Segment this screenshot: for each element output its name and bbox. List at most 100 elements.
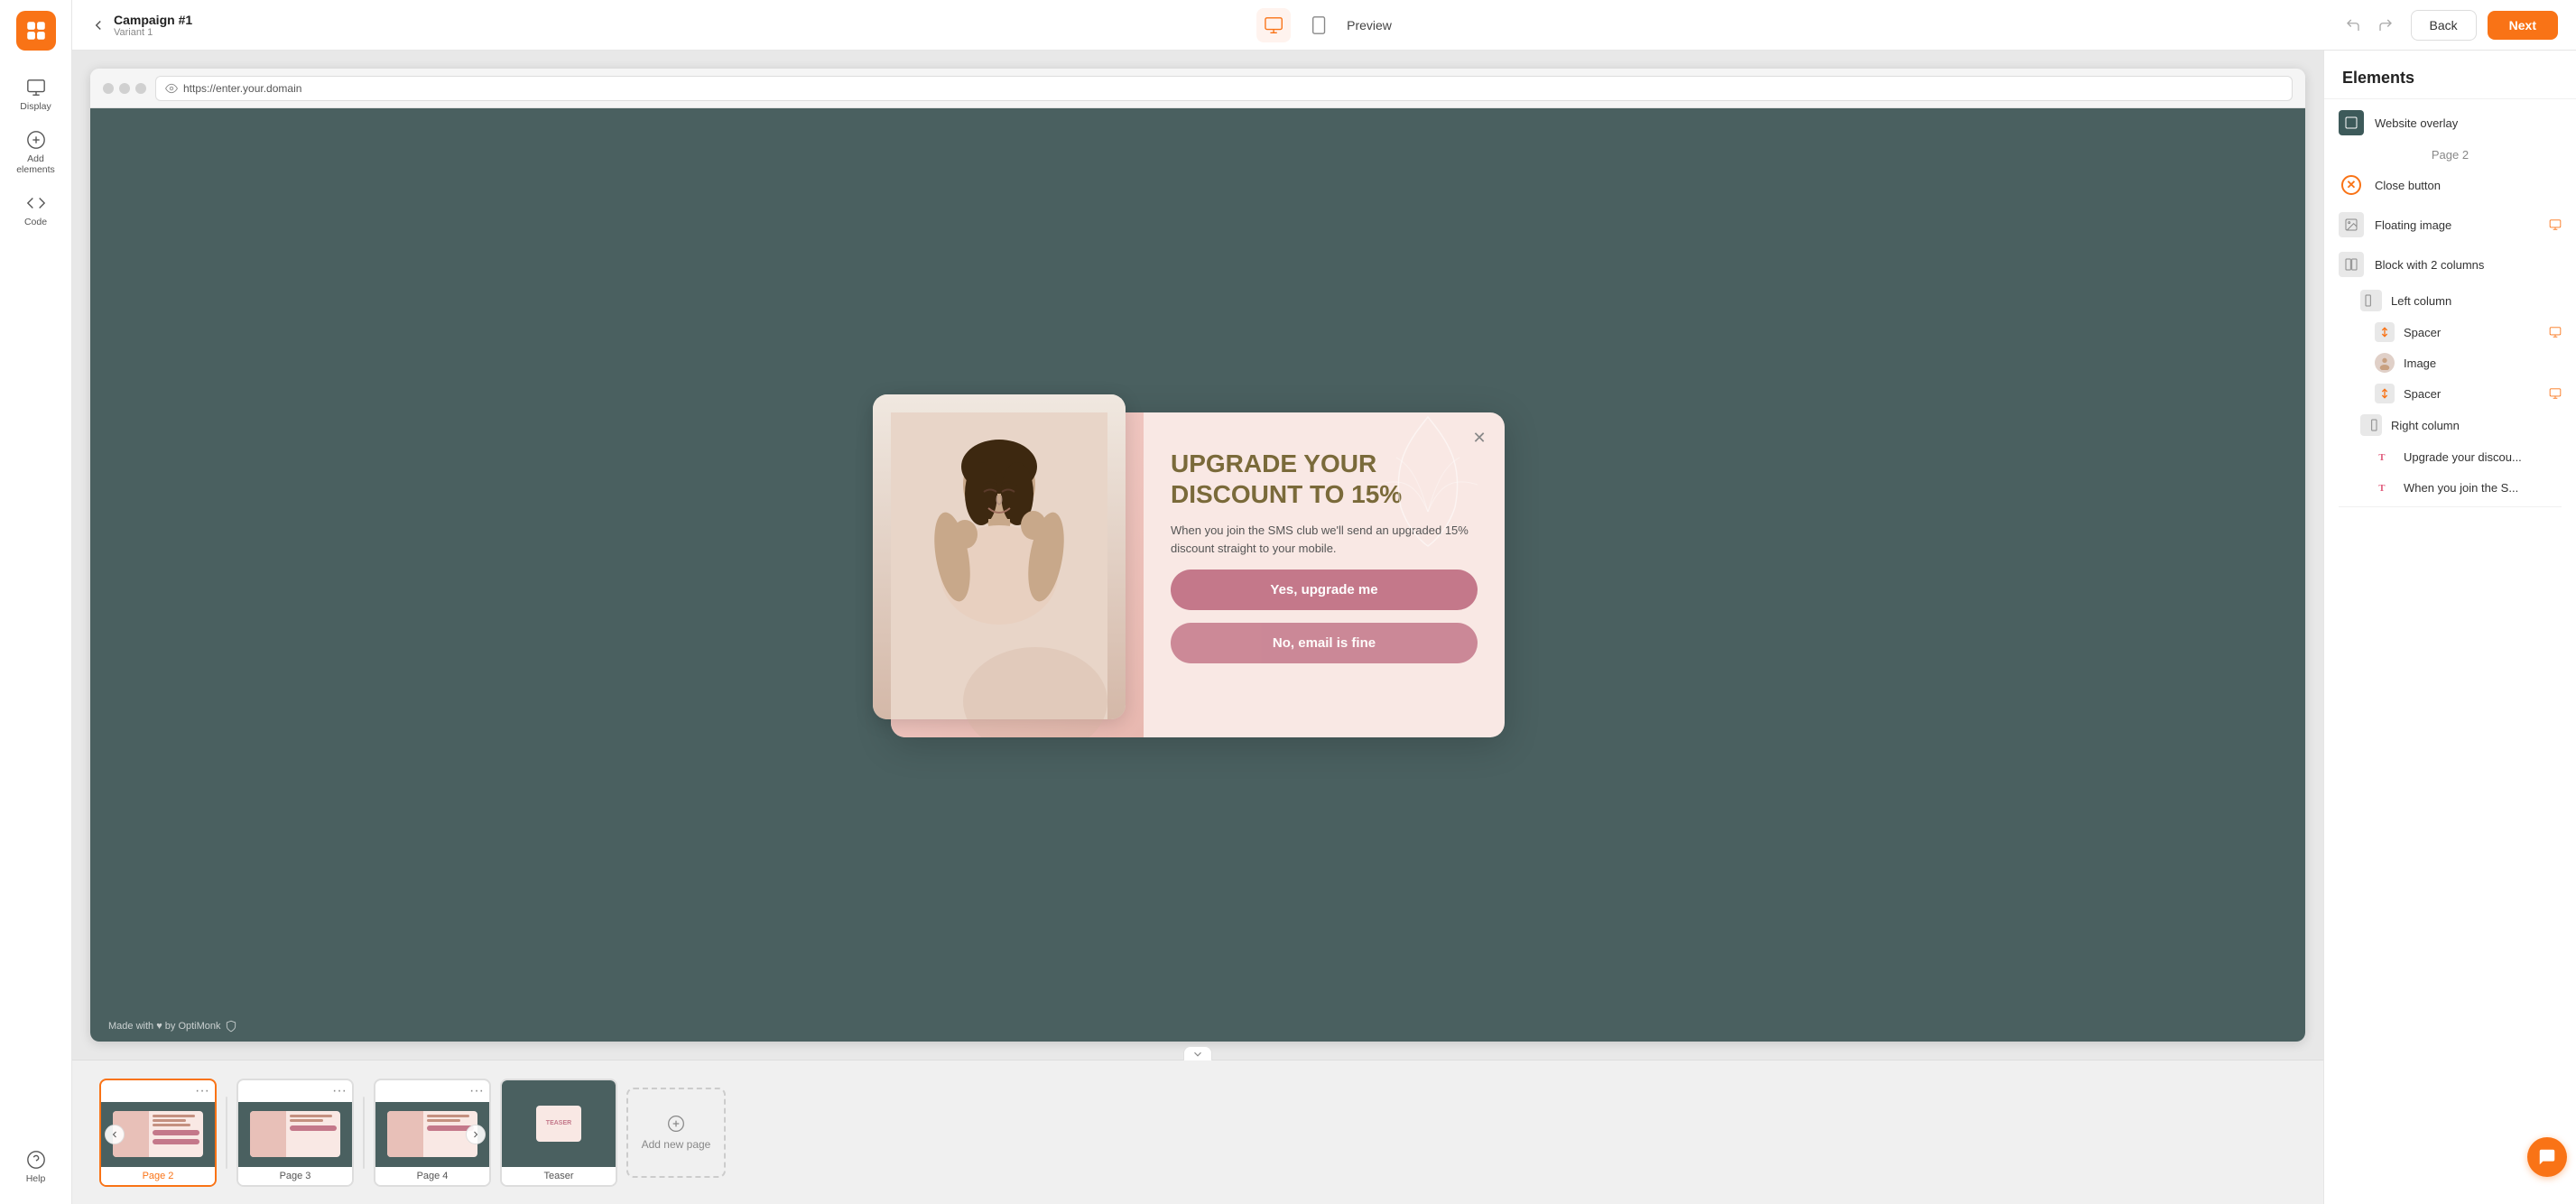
code-icon [26,193,46,213]
popup-primary-btn[interactable]: Yes, upgrade me [1171,570,1478,610]
left-column-icon [2360,290,2382,311]
close-button-label: Close button [2375,179,2562,192]
website-overlay-icon [2339,110,2364,135]
page-2-menu-btn[interactable]: ··· [195,1084,209,1098]
popup-headline: UPGRADE YOUR DISCOUNT TO 15% [1171,449,1478,509]
element-when-join-text[interactable]: T When you join the S... [2324,472,2576,503]
spacer-1-device-icon [2549,326,2562,338]
add-elements-icon [26,130,46,150]
element-floating-image[interactable]: Floating image [2324,205,2576,245]
page-3-menu-btn[interactable]: ··· [332,1084,347,1098]
campaign-name: Campaign #1 [114,13,192,27]
teaser-mini-preview: TEASER [536,1106,581,1142]
page-2-popup-mini [113,1111,204,1156]
help-label: Help [26,1173,46,1184]
popup-left-column [891,412,1144,737]
chat-button[interactable] [2527,1137,2567,1177]
sidebar-item-help[interactable]: Help [19,1141,53,1193]
upgrade-text-icon: T [2375,447,2395,467]
logo-icon [24,19,48,42]
thumb-right-mini [149,1111,203,1156]
page-2-thumb[interactable]: ··· [99,1079,217,1187]
columns-icon-svg [2344,257,2358,272]
footer-text: Made with ♥ by OptiMonk [108,1021,221,1032]
variant-name: Variant 1 [114,27,192,38]
teaser-thumb[interactable]: TEASER Teaser [500,1079,617,1187]
page-2-label: Page 2 [101,1167,215,1185]
spacer-2-device-icon [2549,387,2562,400]
browser-dot-1 [103,83,114,94]
popup-secondary-btn[interactable]: No, email is fine [1171,623,1478,663]
mobile-device-btn[interactable] [1302,8,1336,42]
element-spacer-2[interactable]: Spacer [2324,378,2576,409]
browser-mockup: https://enter.your.domain ✕ [90,69,2305,1042]
back-chevron-icon [90,17,107,33]
page-4-menu-btn[interactable]: ··· [469,1084,484,1098]
element-upgrade-text[interactable]: T Upgrade your discou... [2324,441,2576,472]
panel-divider-top [2324,98,2576,99]
image-label: Image [2404,357,2562,370]
sidebar-item-add-elements[interactable]: Add elements [0,121,71,184]
sidebar-bottom: Help [19,1141,53,1193]
page-3-thumb[interactable]: ··· [236,1079,354,1187]
browser-url-bar[interactable]: https://enter.your.domain [155,76,2293,101]
page-3-thumb-left [250,1111,286,1156]
page-2-nav-prev[interactable] [105,1125,125,1144]
redo-icon [2377,17,2394,33]
add-elements-label: Add elements [7,153,64,175]
spacer-1-label: Spacer [2404,326,2540,339]
person-image [873,394,1126,719]
page-4-nav-next[interactable] [466,1125,486,1144]
main-area: Campaign #1 Variant 1 Preview [72,0,2576,1204]
add-page-label: Add new page [642,1138,711,1151]
element-left-column[interactable]: Left column [2324,284,2576,317]
svg-text:T: T [2378,484,2385,494]
next-btn[interactable]: Next [2488,11,2558,40]
browser-dots [103,83,146,94]
chevron-down-icon [1191,1048,1204,1060]
popup-close-btn[interactable]: ✕ [1467,425,1492,450]
floating-image-icon [2339,212,2364,237]
overlay-icon-svg [2344,116,2358,130]
page-4-thumb-left [387,1111,423,1156]
undo-btn[interactable] [2339,11,2368,40]
element-image[interactable]: Image [2324,347,2576,378]
browser-dot-3 [135,83,146,94]
separator-2 [363,1097,365,1169]
back-btn[interactable]: Back [2411,10,2477,41]
page-4-thumb-header: ··· [375,1080,489,1102]
topbar-left: Campaign #1 Variant 1 [90,13,192,38]
floating-image [873,394,1126,719]
spacer-2-icon [2375,384,2395,403]
browser-bar: https://enter.your.domain [90,69,2305,108]
element-spacer-1[interactable]: Spacer [2324,317,2576,347]
mobile-icon [1309,15,1329,35]
canvas-area: https://enter.your.domain ✕ [72,51,2323,1204]
teaser-label: Teaser [502,1167,616,1185]
redo-btn[interactable] [2371,11,2400,40]
spacer-2-label: Spacer [2404,387,2540,401]
desktop-device-btn[interactable] [1256,8,1291,42]
pages-toggle-btn[interactable] [1183,1046,1212,1060]
element-close-button[interactable]: ✕ Close button [2324,165,2576,205]
text-icon-svg: T [2377,449,2392,464]
sidebar-item-code[interactable]: Code [0,184,71,236]
popup-body-text: When you join the SMS club we'll send an… [1171,522,1478,557]
pages-bar: ··· [72,1060,2323,1204]
sidebar-item-display[interactable]: Display [0,69,71,121]
page-4-popup-mini [387,1111,478,1156]
element-right-column[interactable]: Right column [2324,409,2576,441]
page-4-thumb[interactable]: ··· [374,1079,491,1187]
element-website-overlay[interactable]: Website overlay [2324,103,2576,143]
when-join-text-icon: T [2375,477,2395,497]
panel-bottom-divider [2339,506,2562,507]
spacer-icon-svg [2377,325,2392,339]
popup-right-column: UPGRADE YOUR DISCOUNT TO 15% When you jo… [1144,412,1505,737]
page-4-thumb-image [375,1102,489,1167]
page-3-thumb-header: ··· [238,1080,352,1102]
element-block-2-columns[interactable]: Block with 2 columns [2324,245,2576,284]
back-nav-btn[interactable] [90,17,107,33]
add-page-btn[interactable]: Add new page [626,1088,726,1178]
page-3-thumb-right [286,1111,340,1156]
left-col-icon-svg [2364,293,2378,308]
